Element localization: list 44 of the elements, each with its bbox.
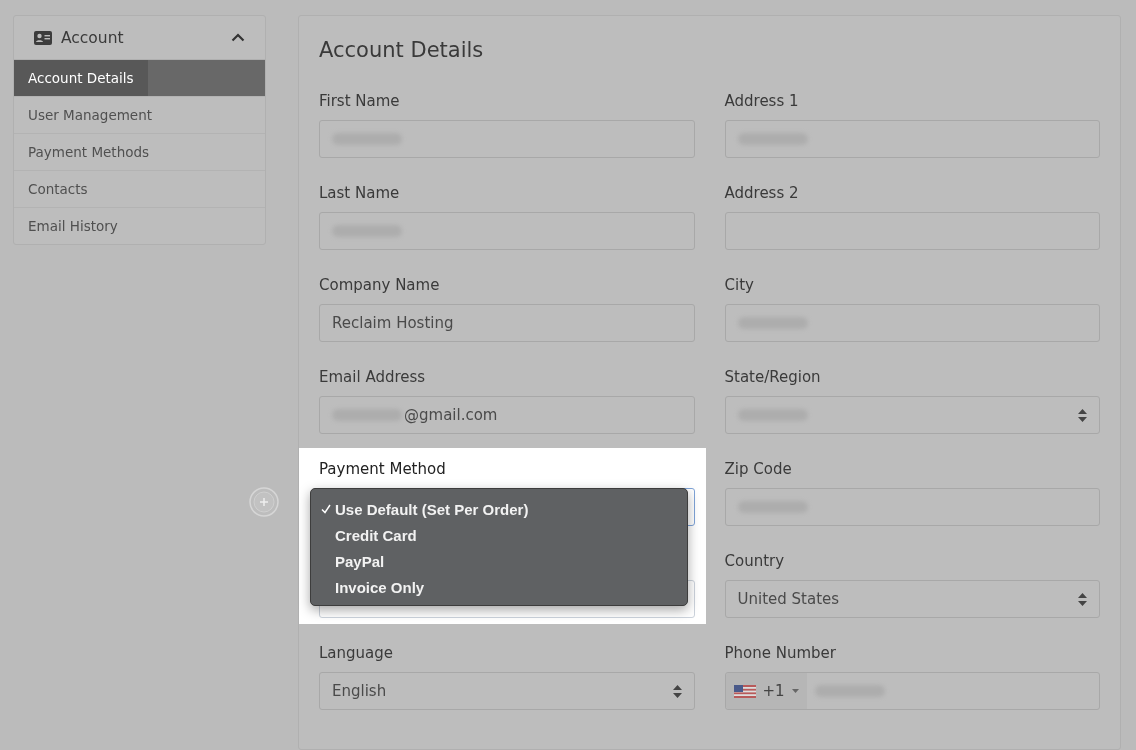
country-code-picker[interactable]: +1 [725,673,807,709]
field-label: City [724,275,755,295]
field-label: Language [319,643,395,663]
chevron-up-icon[interactable] [231,33,245,42]
add-handle-icon [249,487,279,517]
select-field[interactable]: English [319,672,695,710]
field-label: Last Name [319,183,401,203]
field-value: @gmail.com [404,406,498,424]
up-down-icon [1078,592,1087,606]
phone-field[interactable]: +1 [724,672,1100,710]
field-value: Reclaim Hosting [332,314,454,332]
menu-option[interactable]: Use Default (Set Per Order) [311,496,687,522]
sidebar-item[interactable]: Account Details [14,60,265,97]
menu-option[interactable]: PayPal [311,548,687,574]
menu-option[interactable]: Invoice Only [311,574,687,600]
field-value: United States [737,590,840,608]
input-field[interactable]: @gmail.com [319,396,695,434]
field-label: Zip Code [724,459,793,479]
sidebar-item[interactable]: Email History [14,208,265,244]
dial-code: +1 [762,682,785,700]
id-card-icon [34,30,52,45]
page-title: Account Details [319,37,485,64]
input-field[interactable]: Reclaim Hosting [319,304,695,342]
sidebar-item[interactable]: User Management [14,97,265,134]
up-down-icon [1078,408,1087,422]
sidebar-title: Account [61,28,125,47]
field-label: Address 1 [724,91,800,111]
field-value: English [332,682,387,700]
field-label: State/Region [724,367,822,387]
field-label: Country [724,551,786,571]
caret-icon [791,689,799,693]
select-field[interactable]: United States [724,580,1100,618]
sidebar-item[interactable]: Payment Methods [14,134,265,171]
field-label: Address 2 [724,183,800,203]
select-field[interactable] [724,396,1100,434]
sidebar-item[interactable]: Contacts [14,171,265,208]
field-label: Email Address [319,367,427,387]
up-down-icon [672,684,682,698]
field-label: Payment Method [319,459,447,479]
field-label: Phone Number [724,643,837,663]
flag-icon [733,684,756,698]
menu-option[interactable]: Credit Card [311,522,687,548]
field-label: Company Name [319,275,441,295]
field-label: First Name [319,91,401,111]
